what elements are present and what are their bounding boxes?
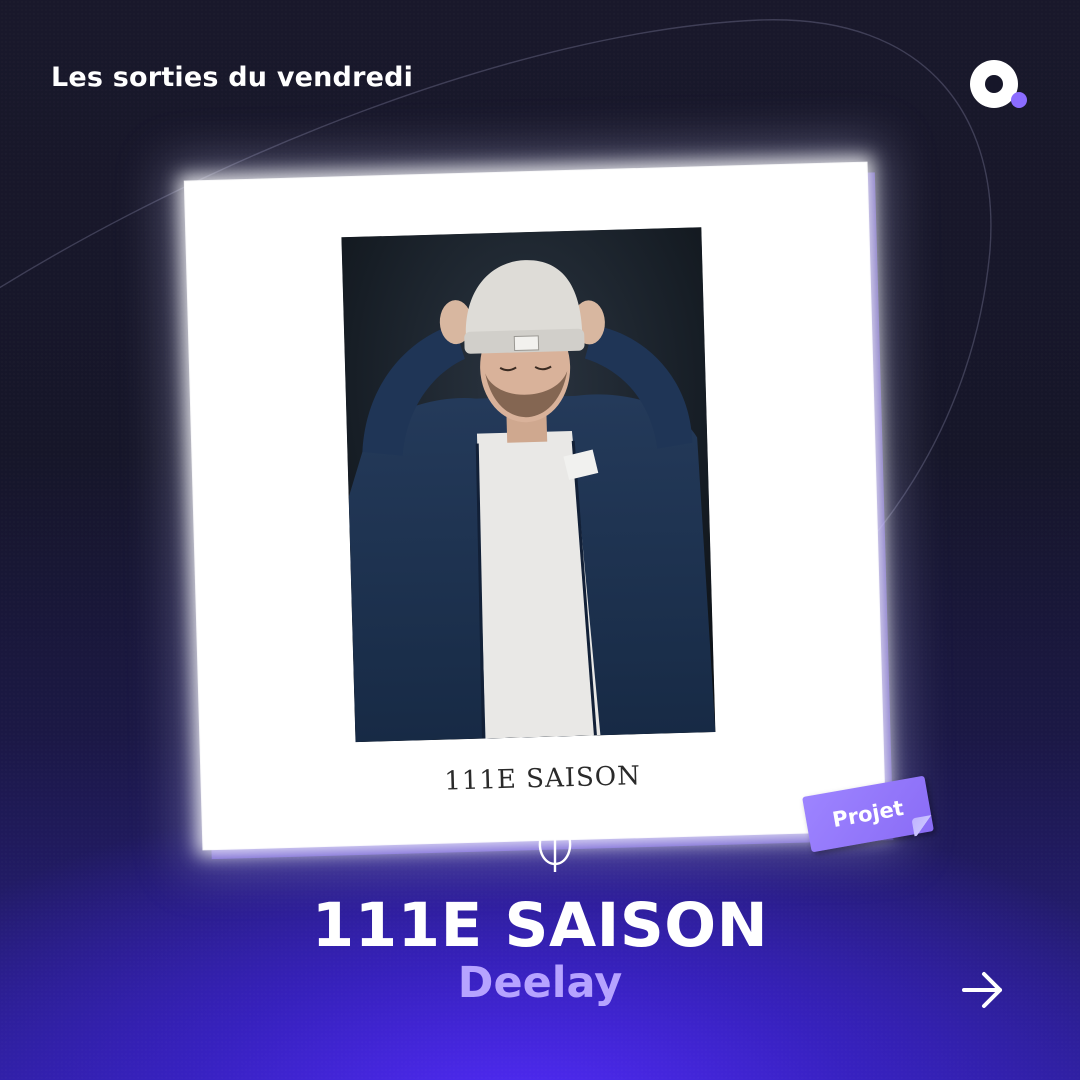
microphone-icon — [538, 832, 572, 872]
album-cover: 111E SAISON — [184, 162, 886, 850]
artist-photo-illustration — [341, 227, 716, 743]
artist-name: Deelay — [457, 958, 623, 1008]
album-title: 111E SAISON — [311, 890, 769, 961]
release-type-label: Projet — [830, 795, 906, 833]
brand-logo-icon[interactable] — [966, 58, 1032, 112]
page-title: Les sorties du vendredi — [51, 62, 414, 93]
cover-caption: 111E SAISON — [443, 761, 642, 797]
arrow-right-icon[interactable] — [960, 970, 1006, 1010]
artist-photo — [341, 227, 716, 743]
